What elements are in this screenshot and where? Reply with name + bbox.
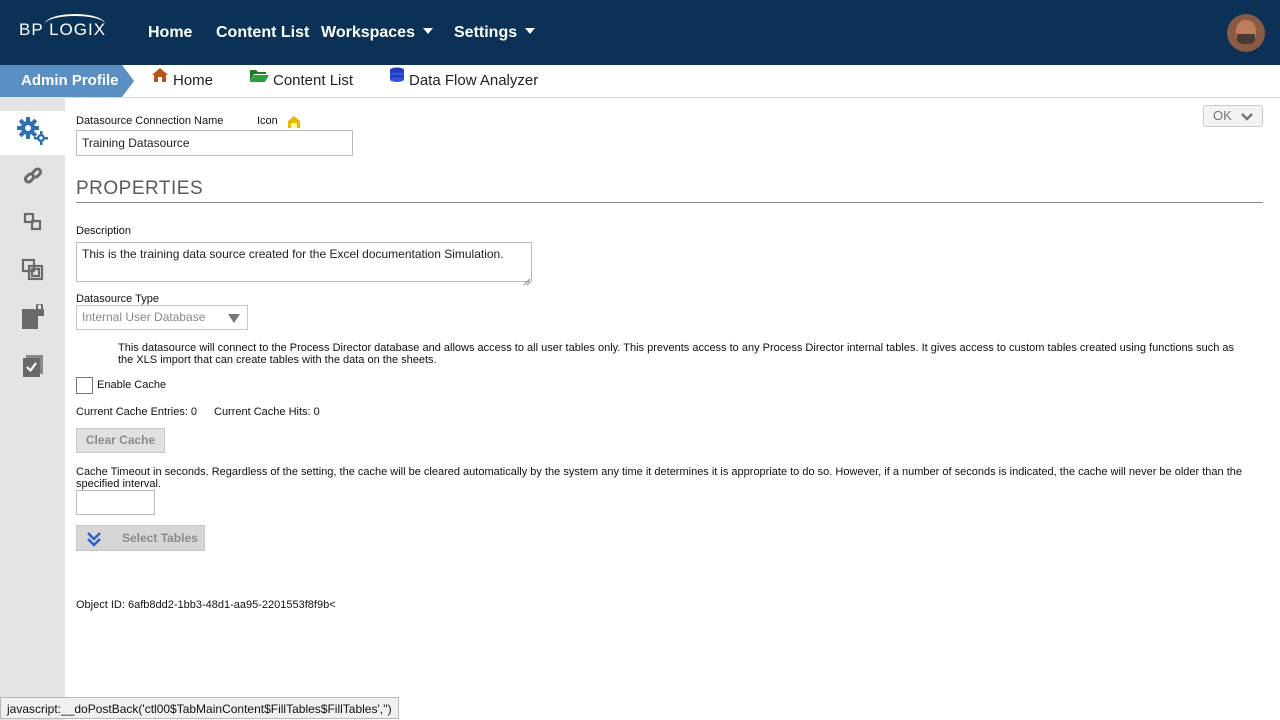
- home-icon: [151, 63, 169, 95]
- nav-settings-label: Settings: [454, 24, 518, 41]
- avatar[interactable]: [1227, 14, 1265, 52]
- select-tables-button[interactable]: Select Tables: [76, 525, 205, 551]
- enable-cache-checkbox[interactable]: [76, 377, 93, 394]
- double-chevron-down-icon: [86, 531, 102, 555]
- checklist-icon: [22, 354, 44, 383]
- left-sidebar: [0, 97, 65, 720]
- chevron-down-icon: [1240, 106, 1254, 132]
- datasource-type-label: Datasource Type: [76, 293, 159, 305]
- icon-label: Icon: [257, 115, 278, 127]
- connection-name-input[interactable]: Training Datasource: [76, 130, 353, 156]
- breadcrumb-home-label: Home: [173, 72, 214, 89]
- ok-button-label: OK: [1213, 108, 1232, 123]
- cache-timeout-input[interactable]: [76, 490, 155, 515]
- copy-icon: [21, 258, 45, 287]
- bplogix-logo[interactable]: BP LOGIX: [19, 14, 106, 40]
- cache-timeout-help: Cache Timeout in seconds. Regardless of …: [76, 466, 1242, 490]
- ok-button[interactable]: OK: [1203, 105, 1263, 127]
- datasource-type-select[interactable]: Internal User Database: [76, 305, 248, 330]
- clear-cache-button[interactable]: Clear Cache: [76, 428, 165, 453]
- object-id-text: Object ID: 6afb8dd2-1bb3-48d1-aa95-22015…: [76, 599, 336, 611]
- cache-entries-text: Current Cache Entries: 0: [76, 406, 198, 418]
- sidebar-links[interactable]: [0, 156, 65, 200]
- link-icon: [22, 165, 44, 192]
- tables-icon: [23, 212, 43, 237]
- chevron-down-icon: [525, 27, 536, 34]
- database-icon: [389, 63, 405, 95]
- sidebar-security[interactable]: [0, 297, 65, 341]
- locked-document-icon: [20, 302, 46, 335]
- cache-hits-text: Current Cache Hits: 0: [214, 406, 320, 418]
- sidebar-tables[interactable]: [0, 202, 65, 246]
- sidebar-checklist[interactable]: [0, 346, 65, 390]
- description-textarea[interactable]: This is the training data source created…: [76, 242, 532, 282]
- breadcrumb-content-list-label: Content List: [273, 72, 354, 89]
- top-nav-bar: BP LOGIX Home Content List Workspaces Se…: [0, 0, 1280, 65]
- dropdown-arrow-icon: [228, 314, 240, 323]
- breadcrumb-home[interactable]: Home: [151, 65, 213, 97]
- section-divider: [76, 202, 1263, 203]
- nav-home[interactable]: Home: [148, 24, 192, 42]
- nav-workspaces-label: Workspaces: [321, 24, 415, 41]
- sidebar-properties[interactable]: [0, 111, 65, 155]
- folder-open-icon: [249, 63, 269, 95]
- connection-name-label: Datasource Connection Name: [76, 115, 224, 127]
- browser-status-bar: javascript:__doPostBack('ctl00$TabMainCo…: [0, 697, 399, 719]
- enable-cache-label: Enable Cache: [97, 379, 167, 391]
- description-label: Description: [76, 225, 132, 237]
- chevron-down-icon: [422, 27, 433, 34]
- nav-content-list[interactable]: Content List: [216, 24, 309, 42]
- admin-profile-tab[interactable]: Admin Profile: [0, 65, 134, 97]
- logo-arc: [45, 14, 105, 34]
- avatar-beard: [1237, 34, 1255, 44]
- breadcrumb: Admin Profile Home Content List Data Flo…: [0, 65, 1280, 98]
- breadcrumb-content-list[interactable]: Content List: [249, 65, 353, 97]
- datasource-type-help: This datasource will connect to the Proc…: [118, 342, 1235, 366]
- gears-icon: [16, 116, 50, 151]
- section-title-properties: PROPERTIES: [76, 178, 204, 199]
- nav-settings[interactable]: Settings: [454, 24, 536, 42]
- sidebar-copy[interactable]: [0, 250, 65, 294]
- resize-handle-icon[interactable]: [523, 273, 531, 291]
- nav-workspaces[interactable]: Workspaces: [321, 24, 433, 42]
- breadcrumb-data-flow-analyzer[interactable]: Data Flow Analyzer: [389, 65, 538, 97]
- breadcrumb-data-flow-analyzer-label: Data Flow Analyzer: [409, 72, 539, 89]
- datasource-type-value: Internal User Database: [82, 310, 206, 324]
- select-tables-label: Select Tables: [122, 531, 198, 545]
